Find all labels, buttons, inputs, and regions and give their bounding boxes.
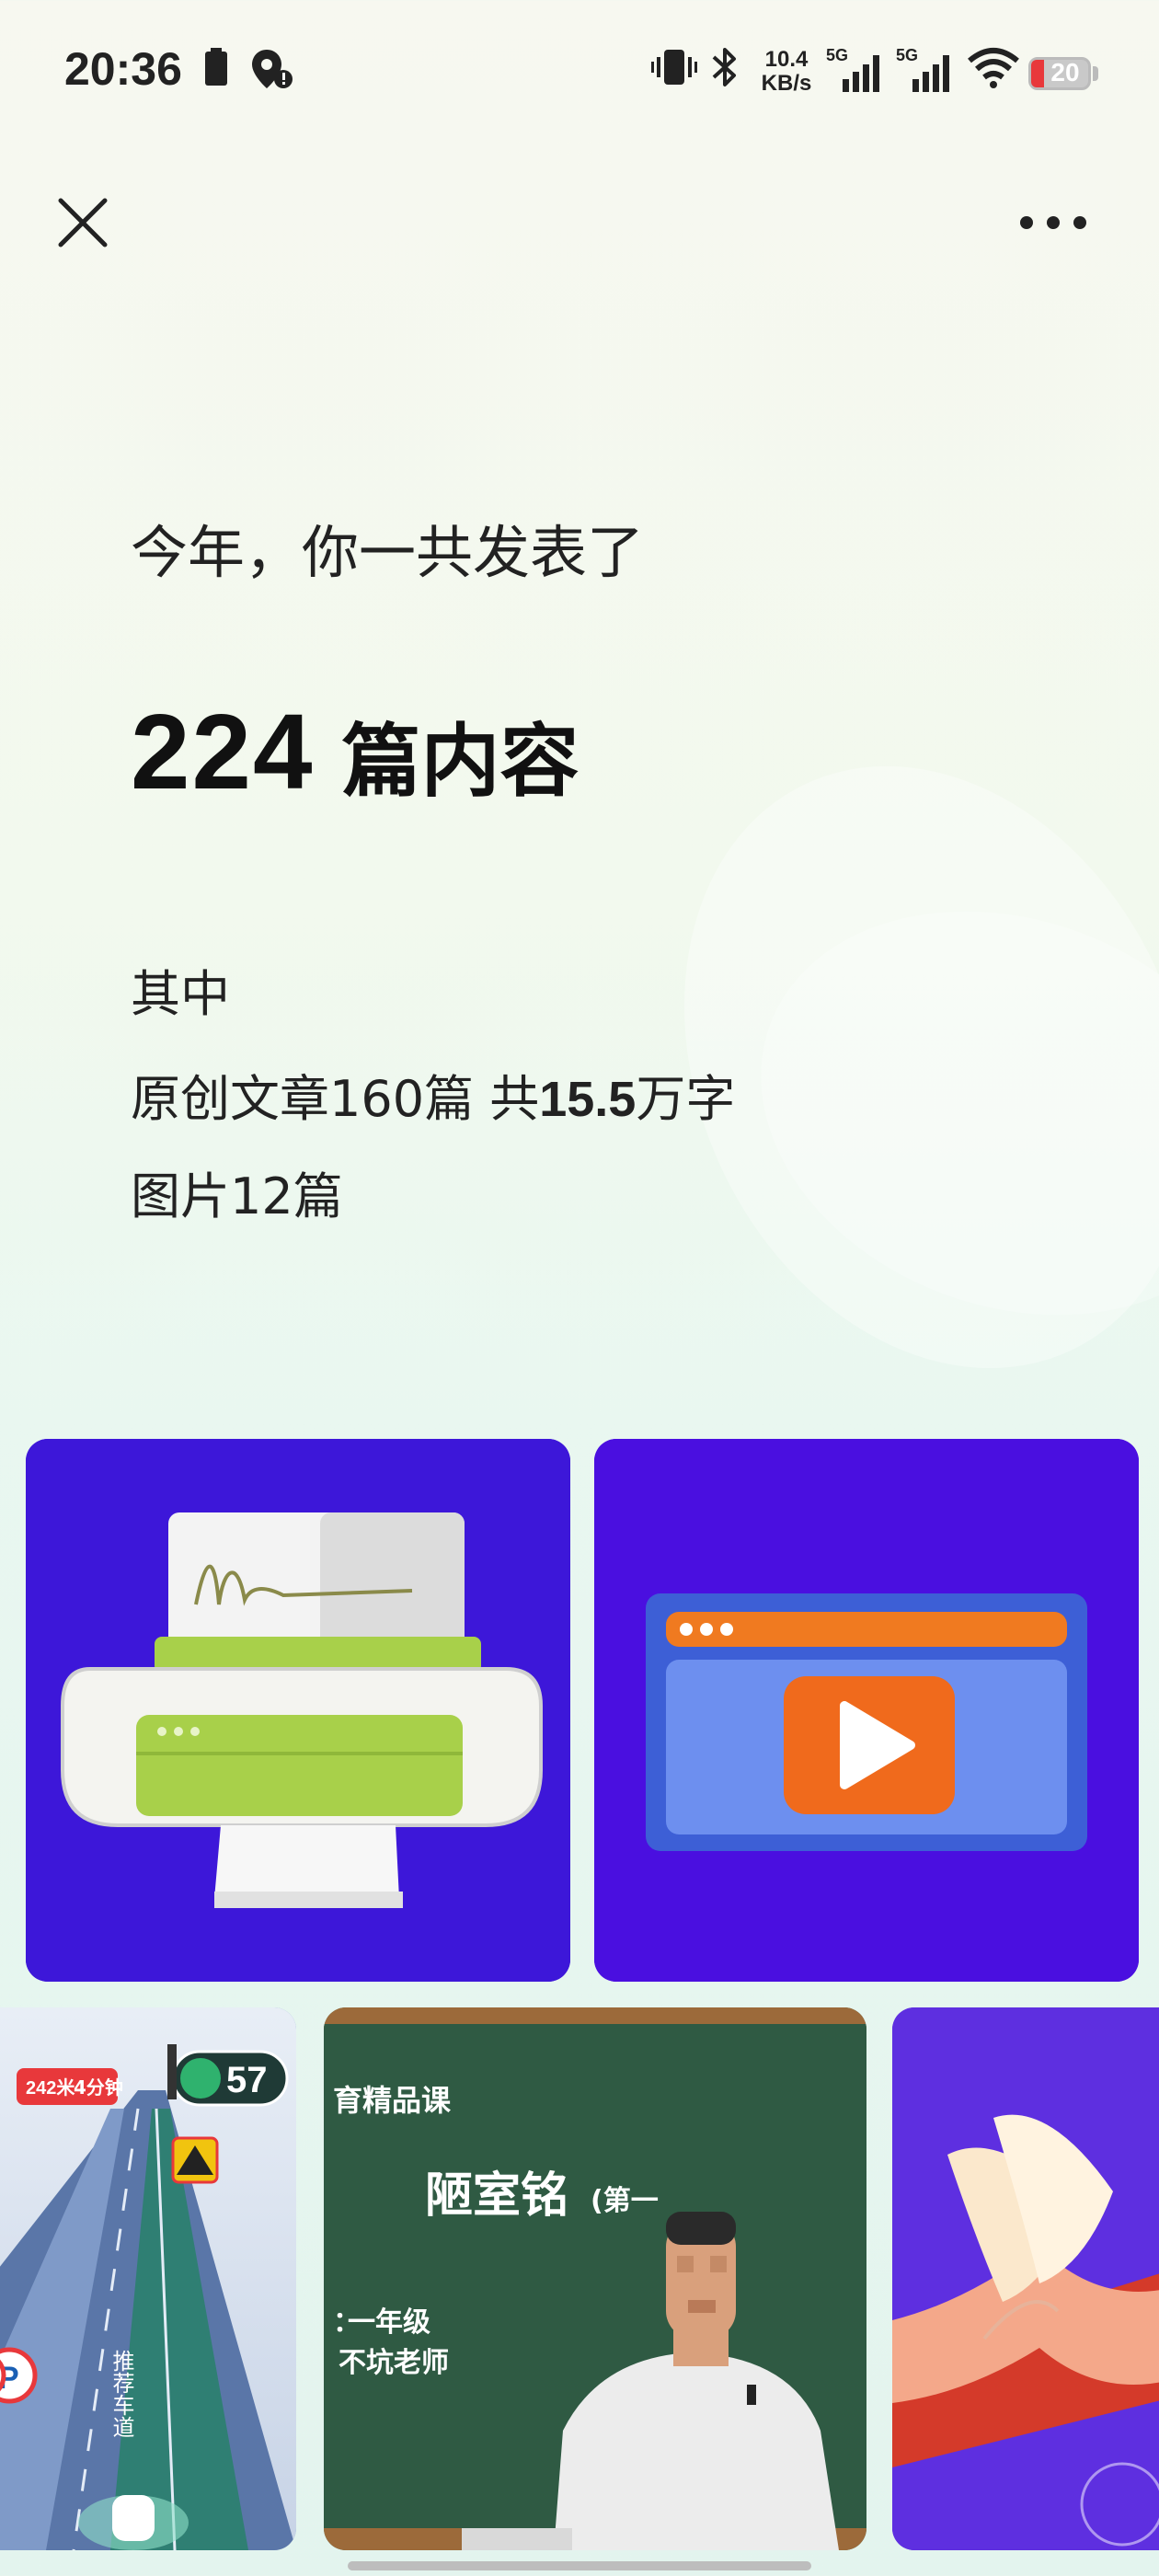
net-speed: 10.4 KB/s	[756, 48, 817, 96]
net-speed-unit: KB/s	[761, 71, 812, 96]
original-articles-suffix: 万字	[636, 1070, 736, 1128]
nav-distance: 242米	[26, 2077, 75, 2099]
nav-time: 4分钟	[74, 2076, 123, 2099]
wifi-icon	[968, 44, 1019, 99]
navigation-screenshot: 242米 4分钟 57 P 推荐车道	[0, 2007, 296, 2550]
gallery-card-lesson[interactable]: 育精品课 陋室铭 (第一 ： 一年级 不坑老师	[324, 2007, 866, 2550]
printer-illustration	[26, 1439, 570, 1982]
chalkboard-lesson: 育精品课 陋室铭 (第一 ： 一年级 不坑老师	[324, 2007, 866, 2550]
close-icon	[58, 198, 108, 247]
total-count-number: 224	[131, 692, 315, 811]
signal-icon: 5G	[894, 44, 958, 99]
total-count: 224 篇内容	[131, 690, 580, 813]
original-articles-line: 原创文章160篇 共15.5万字	[131, 1058, 735, 1131]
gallery-card-video[interactable]	[594, 1439, 1139, 1982]
lesson-subtitle: (第一	[591, 2185, 659, 2217]
gallery-card-navigation[interactable]: 242米 4分钟 57 P 推荐车道	[0, 2007, 296, 2550]
signal-5g-label: 5G	[896, 46, 918, 64]
lesson-grade: 一年级	[348, 2306, 430, 2339]
images-line: 图片12篇	[131, 1167, 343, 1225]
total-count-unit: 篇内容	[341, 716, 580, 808]
vibrate-icon	[651, 44, 697, 99]
battery-small-icon	[204, 48, 228, 90]
original-articles-prefix: 原创文章160篇 共	[131, 1070, 540, 1128]
original-word-count: 15.5	[539, 1072, 637, 1127]
close-button[interactable]	[53, 193, 112, 252]
nav-lane-label: 推荐车道	[109, 2350, 134, 2438]
battery-level: 20	[1050, 58, 1080, 86]
status-time: 20:36	[64, 43, 182, 95]
signal-icon: 5G	[824, 44, 889, 99]
lesson-teacher: 不坑老师	[339, 2347, 449, 2379]
intro-text: 今年，你一共发表了	[131, 519, 645, 586]
lesson-title: 陋室铭	[425, 2168, 568, 2224]
battery-tip	[1093, 66, 1098, 81]
home-indicator[interactable]	[348, 2561, 811, 2570]
location-alert-icon	[250, 48, 294, 94]
battery-indicator: 20	[1028, 57, 1091, 90]
bluetooth-icon	[706, 44, 743, 99]
signal-5g-label: 5G	[826, 46, 848, 64]
nav-speed: 57	[226, 2060, 268, 2100]
breakdown-label: 其中	[131, 965, 230, 1023]
gallery-card-book[interactable]	[892, 2007, 1159, 2550]
more-button[interactable]	[1017, 204, 1089, 241]
lesson-course-title: 育精品课	[333, 2083, 452, 2118]
net-speed-value: 10.4	[764, 47, 809, 72]
video-player-illustration	[594, 1439, 1139, 1982]
more-icon	[1020, 216, 1086, 229]
book-illustration	[892, 2007, 1159, 2550]
status-bar: 20:36 10.4 KB/s 5G 5G 20	[0, 0, 1159, 138]
gallery-card-printer[interactable]	[26, 1439, 570, 1982]
